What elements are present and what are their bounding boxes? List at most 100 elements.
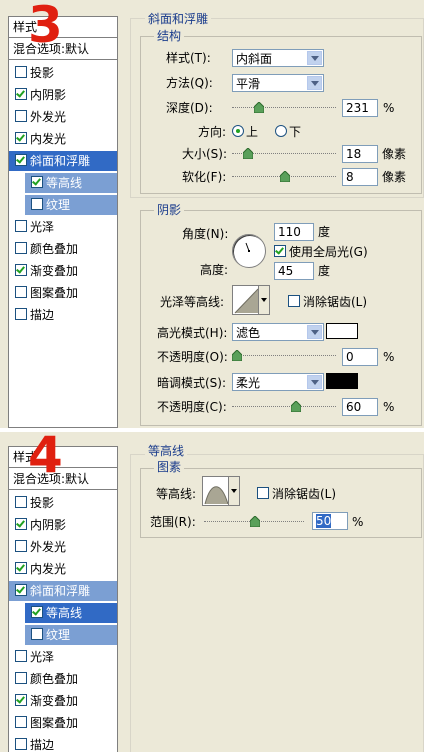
checkbox[interactable] [15,220,27,232]
style-item-color-overlay[interactable]: 颜色叠加 [9,669,117,689]
style-item-drop-shadow[interactable]: 投影 [9,63,117,83]
highlight-mode-select[interactable]: 滤色 [232,323,324,341]
style-item-color-overlay[interactable]: 颜色叠加 [9,239,117,259]
shadow-opacity-slider[interactable] [232,401,336,413]
chevron-down-icon[interactable] [307,76,322,90]
checkbox[interactable] [15,264,27,276]
style-item-pattern-overlay[interactable]: 图案叠加 [9,283,117,303]
gloss-antialias-checkbox[interactable]: 消除锯齿(L) [288,294,367,310]
style-item-drop-shadow[interactable]: 投影 [9,493,117,513]
highlight-opacity-label: 不透明度(O): [157,350,228,364]
checkbox[interactable] [257,487,269,499]
checkbox[interactable] [15,738,27,750]
direction-down-radio[interactable]: 下 [275,124,301,140]
checkbox[interactable] [15,286,27,298]
shadow-color-swatch[interactable] [326,373,358,389]
checkbox[interactable] [15,672,27,684]
style-item-satin[interactable]: 光泽 [9,217,117,237]
checkbox[interactable] [31,198,43,210]
radio-button[interactable] [275,125,287,137]
checkbox[interactable] [15,154,27,166]
chevron-down-icon[interactable] [258,286,269,314]
style-item-gradient-overlay[interactable]: 渐变叠加 [9,261,117,281]
shadow-mode-select[interactable]: 柔光 [232,373,324,391]
style-item-texture[interactable]: 纹理 [25,195,117,215]
checkbox[interactable] [15,88,27,100]
style-item-outer-glow[interactable]: 外发光 [9,537,117,557]
checkbox[interactable] [31,176,43,188]
highlight-color-swatch[interactable] [326,323,358,339]
contour-picker[interactable] [202,476,240,506]
angle-input[interactable]: 110 [274,223,314,241]
depth-input[interactable]: 231 [342,99,378,117]
checkbox[interactable] [15,308,27,320]
direction-up-label: 上 [246,125,259,139]
global-light-label: 使用全局光(G) [289,245,368,259]
checkbox[interactable] [274,245,286,257]
checkbox[interactable] [15,132,27,144]
gloss-contour-picker[interactable] [232,285,270,315]
depth-slider[interactable] [232,102,336,114]
slider-thumb-icon[interactable] [291,401,301,412]
style-item-inner-shadow[interactable]: 内阴影 [9,85,117,105]
technique-select[interactable]: 平滑 [232,74,324,92]
style-item-gradient-overlay[interactable]: 渐变叠加 [9,691,117,711]
checkbox[interactable] [15,584,27,596]
global-light-checkbox[interactable]: 使用全局光(G) [274,244,368,260]
style-item-outer-glow[interactable]: 外发光 [9,107,117,127]
style-item-texture[interactable]: 纹理 [25,625,117,645]
style-item-inner-glow[interactable]: 内发光 [9,129,117,149]
shadow-opacity-input[interactable]: 60 [342,398,378,416]
style-item-bevel-emboss[interactable]: 斜面和浮雕 [9,151,117,171]
angle-wheel[interactable] [232,234,266,268]
style-select[interactable]: 内斜面 [232,49,324,67]
chevron-down-icon[interactable] [307,325,322,339]
highlight-opacity-input[interactable]: 0 [342,348,378,366]
checkbox[interactable] [288,295,300,307]
chevron-down-icon[interactable] [228,477,239,505]
range-input[interactable]: 50 [312,512,348,530]
style-item-label: 纹理 [46,628,71,642]
size-input[interactable]: 18 [342,145,378,163]
antialias-checkbox[interactable]: 消除锯齿(L) [257,486,336,502]
style-item-inner-shadow[interactable]: 内阴影 [9,515,117,535]
checkbox[interactable] [15,540,27,552]
checkbox[interactable] [31,628,43,640]
soften-input[interactable]: 8 [342,168,378,186]
style-item-inner-glow[interactable]: 内发光 [9,559,117,579]
slider-thumb-icon[interactable] [254,102,264,113]
checkbox[interactable] [15,242,27,254]
chevron-down-icon[interactable] [307,51,322,65]
blend-options-default[interactable]: 混合选项:默认 [9,39,117,60]
direction-up-radio[interactable]: 上 [232,124,258,140]
checkbox[interactable] [15,110,27,122]
soften-slider[interactable] [232,171,336,183]
style-item-bevel-emboss[interactable]: 斜面和浮雕 [9,581,117,601]
slider-thumb-icon[interactable] [243,148,253,159]
checkbox[interactable] [15,650,27,662]
style-item-label: 斜面和浮雕 [30,584,91,598]
slider-thumb-icon[interactable] [280,171,290,182]
checkbox[interactable] [15,562,27,574]
style-item-contour[interactable]: 等高线 [25,603,117,623]
slider-thumb-icon[interactable] [250,516,260,527]
chevron-down-icon[interactable] [307,375,322,389]
radio-button[interactable] [232,125,244,137]
checkbox[interactable] [15,694,27,706]
style-item-stroke[interactable]: 描边 [9,305,117,325]
style-item-contour[interactable]: 等高线 [25,173,117,193]
checkbox[interactable] [15,716,27,728]
slider-thumb-icon[interactable] [232,350,242,361]
checkbox[interactable] [31,606,43,618]
style-item-satin[interactable]: 光泽 [9,647,117,667]
size-slider[interactable] [232,148,336,160]
altitude-input[interactable]: 45 [274,262,314,280]
checkbox[interactable] [15,518,27,530]
blend-options-default[interactable]: 混合选项:默认 [9,469,117,490]
style-item-pattern-overlay[interactable]: 图案叠加 [9,713,117,733]
highlight-opacity-slider[interactable] [232,350,336,362]
checkbox[interactable] [15,496,27,508]
checkbox[interactable] [15,66,27,78]
range-slider[interactable] [204,516,304,528]
style-item-stroke[interactable]: 描边 [9,735,117,752]
